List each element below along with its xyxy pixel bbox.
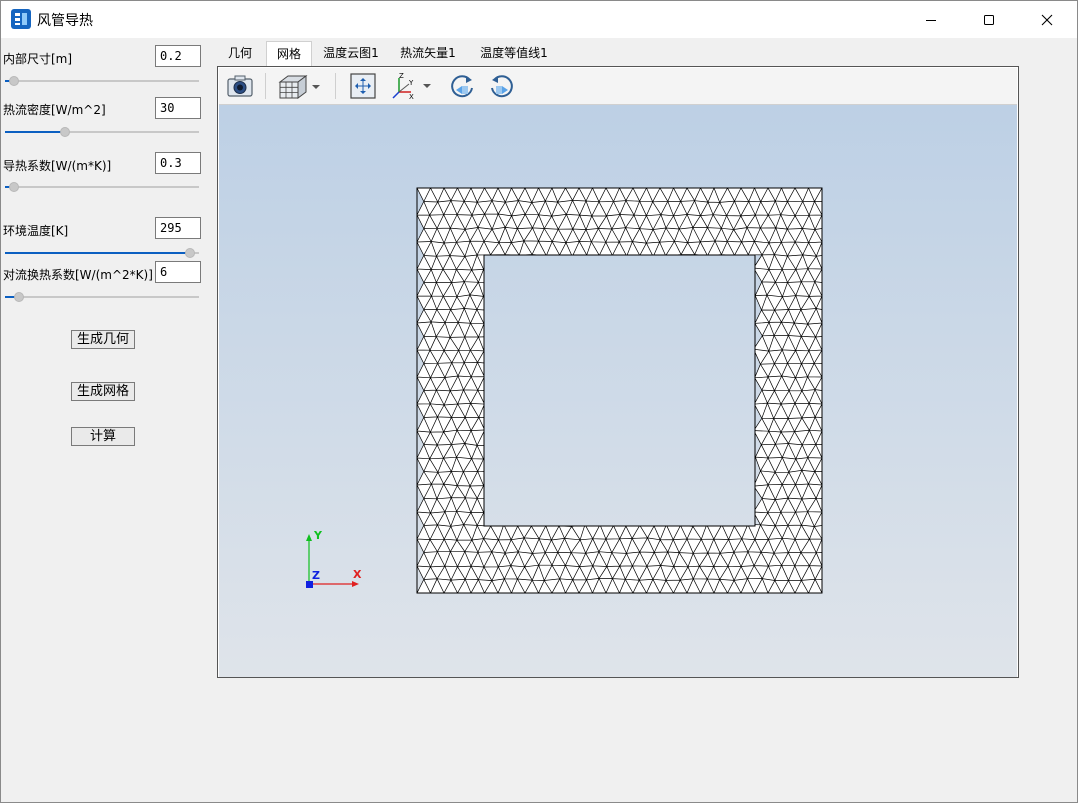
generate-geometry-button[interactable]: 生成几何	[71, 330, 135, 349]
screenshot-button[interactable]	[225, 71, 255, 101]
y-axis-label: Y	[313, 529, 323, 542]
inner-size-input[interactable]: 0.2	[155, 45, 201, 67]
toolbar-separator	[335, 73, 336, 99]
close-icon	[1041, 14, 1053, 25]
convection-coeff-input[interactable]: 6	[155, 261, 201, 283]
x-axis-label: X	[353, 568, 362, 581]
svg-text:Z: Z	[399, 72, 404, 80]
mesh-inner-boundary	[483, 254, 756, 527]
generate-mesh-button[interactable]: 生成网格	[71, 382, 135, 401]
minimize-icon	[926, 19, 936, 21]
conductivity-label: 导热系数[W/(m*K)]	[3, 159, 112, 173]
cube-view-icon	[278, 75, 320, 99]
tab-heat-flux-vector[interactable]: 热流矢量1	[392, 41, 464, 66]
close-button[interactable]	[1018, 1, 1076, 38]
app-window: 风管导热 内部尺寸[m] 0.2 热流密度[W/m^2] 30 导热系数[W/(…	[0, 0, 1078, 803]
slider-track	[5, 80, 199, 82]
title-bar: 风管导热	[1, 1, 1077, 38]
ambient-temp-label: 环境温度[K]	[3, 224, 69, 238]
view-cube-dropdown[interactable]	[275, 71, 325, 101]
mesh-triangles	[417, 188, 822, 593]
z-axis-label: Z	[312, 569, 320, 582]
minimize-button[interactable]	[902, 1, 960, 38]
tab-temperature-isoline[interactable]: 温度等值线1	[472, 41, 556, 66]
axis-orientation-icon: Z Y X	[392, 72, 431, 100]
conductivity-input[interactable]: 0.3	[155, 152, 201, 174]
slider-thumb[interactable]	[60, 127, 70, 137]
heat-flux-input[interactable]: 30	[155, 97, 201, 119]
slider-thumb[interactable]	[185, 248, 195, 258]
maximize-button[interactable]	[960, 1, 1018, 38]
rotate-left-icon	[451, 75, 473, 98]
parameter-panel: 内部尺寸[m] 0.2 热流密度[W/m^2] 30 导热系数[W/(m*K)]…	[1, 39, 213, 802]
ambient-temp-input[interactable]: 295	[155, 217, 201, 239]
maximize-icon	[984, 14, 994, 25]
y-axis-arrow	[306, 534, 312, 541]
mesh-viewport[interactable]: Y X Z	[219, 105, 1017, 677]
slider-fill	[5, 252, 190, 254]
heat-flux-slider[interactable]	[5, 126, 199, 138]
fit-view-icon	[350, 73, 376, 99]
rotate-right-button[interactable]	[487, 71, 517, 101]
inner-size-label: 内部尺寸[m]	[3, 52, 73, 66]
axis-triad: Y X Z	[306, 529, 362, 588]
rotate-right-icon	[491, 75, 513, 98]
axis-orientation-dropdown[interactable]: Z Y X	[389, 71, 437, 101]
heat-flux-label: 热流密度[W/m^2]	[3, 103, 106, 117]
tab-geometry[interactable]: 几何	[218, 41, 262, 66]
toolbar-separator	[265, 73, 266, 99]
svg-text:Y: Y	[408, 79, 414, 87]
tab-mesh[interactable]: 网格	[266, 41, 312, 66]
compute-button[interactable]: 计算	[71, 427, 135, 446]
camera-icon	[227, 75, 253, 97]
view-toolbar: Z Y X	[219, 68, 1017, 105]
inner-size-slider[interactable]	[5, 75, 199, 87]
svg-text:X: X	[409, 93, 414, 100]
rotate-left-button[interactable]	[447, 71, 477, 101]
tab-temperature-contour[interactable]: 温度云图1	[316, 41, 386, 66]
slider-thumb[interactable]	[9, 76, 19, 86]
window-title: 风管导热	[37, 13, 93, 29]
slider-track	[5, 296, 199, 298]
slider-track	[5, 186, 199, 188]
fit-view-button[interactable]	[347, 71, 379, 101]
z-axis-marker	[306, 581, 313, 588]
conductivity-slider[interactable]	[5, 181, 199, 193]
slider-thumb[interactable]	[14, 292, 24, 302]
convection-coeff-label: 对流换热系数[W/(m^2*K)]	[3, 268, 153, 282]
slider-thumb[interactable]	[9, 182, 19, 192]
convection-coeff-slider[interactable]	[5, 291, 199, 303]
x-axis-arrow	[352, 581, 359, 587]
app-icon	[11, 9, 31, 29]
view-frame: Z Y X Y X Z	[217, 66, 1019, 678]
ambient-temp-slider[interactable]	[5, 247, 199, 259]
slider-fill	[5, 131, 65, 133]
